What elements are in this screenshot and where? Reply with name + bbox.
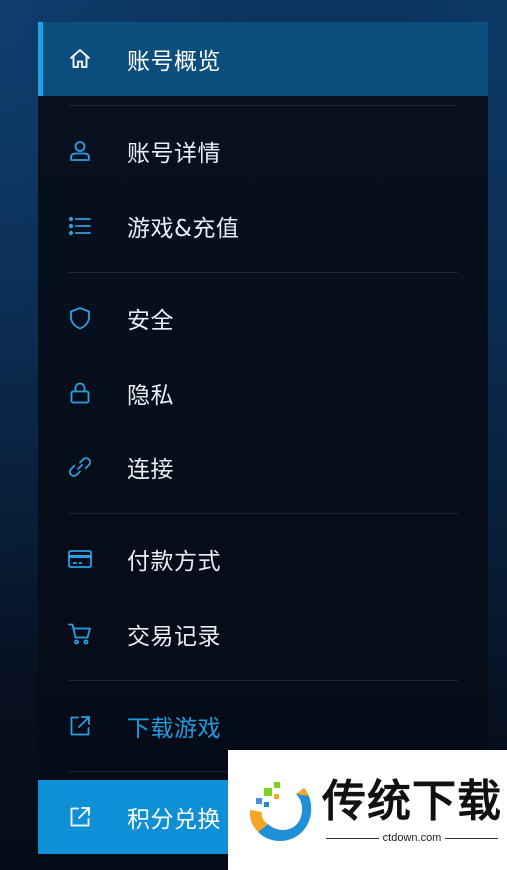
link-icon: [67, 454, 93, 480]
sidebar-item-payment-methods[interactable]: 付款方式: [38, 522, 488, 596]
shield-icon: [67, 305, 93, 331]
sidebar-item-transaction-history[interactable]: 交易记录: [38, 597, 488, 671]
sidebar-item-label: 隐私: [127, 383, 174, 409]
divider: [326, 837, 379, 839]
external-link-icon: [67, 804, 93, 830]
user-icon: [67, 138, 93, 164]
sidebar-item-privacy[interactable]: 隐私: [38, 356, 488, 430]
sidebar-item-connections[interactable]: 连接: [38, 430, 488, 504]
sidebar-item-label: 账号概览: [127, 49, 221, 75]
sidebar-item-label: 游戏&充值: [127, 216, 240, 242]
divider: [68, 105, 458, 106]
sidebar-item-label: 安全: [127, 308, 174, 334]
sidebar-item-account-details[interactable]: 账号详情: [38, 114, 488, 188]
sidebar-item-label: 下载游戏: [127, 716, 221, 742]
lock-icon: [67, 380, 93, 406]
sidebar-item-security[interactable]: 安全: [38, 281, 488, 355]
sidebar-item-label: 付款方式: [127, 549, 221, 575]
external-link-icon: [67, 713, 93, 739]
watermark: 传统下载 ctdown.com: [228, 750, 507, 870]
sidebar-item-games-recharge[interactable]: 游戏&充值: [38, 189, 488, 263]
home-icon: [67, 46, 93, 72]
divider: [68, 513, 458, 514]
credit-card-icon: [67, 546, 93, 572]
sidebar-item-label: 连接: [127, 457, 174, 483]
divider: [445, 837, 499, 839]
watermark-subtitle-row: ctdown.com: [322, 832, 502, 844]
watermark-subtitle: ctdown.com: [382, 832, 442, 844]
list-icon: [67, 213, 93, 239]
sidebar-item-label: 账号详情: [127, 141, 221, 167]
watermark-logo-icon: [242, 772, 322, 852]
account-sidebar: 账号概览 账号详情 游戏&充值 安全 隐私 连接 付款方式 交易记录 下载游戏 …: [38, 22, 488, 854]
divider: [68, 680, 458, 681]
divider: [68, 272, 458, 273]
sidebar-item-label: 积分兑换: [127, 807, 221, 833]
sidebar-item-label: 交易记录: [127, 624, 221, 650]
watermark-title: 传统下载: [322, 776, 502, 827]
cart-icon: [67, 621, 93, 647]
sidebar-item-account-overview[interactable]: 账号概览: [38, 22, 488, 96]
